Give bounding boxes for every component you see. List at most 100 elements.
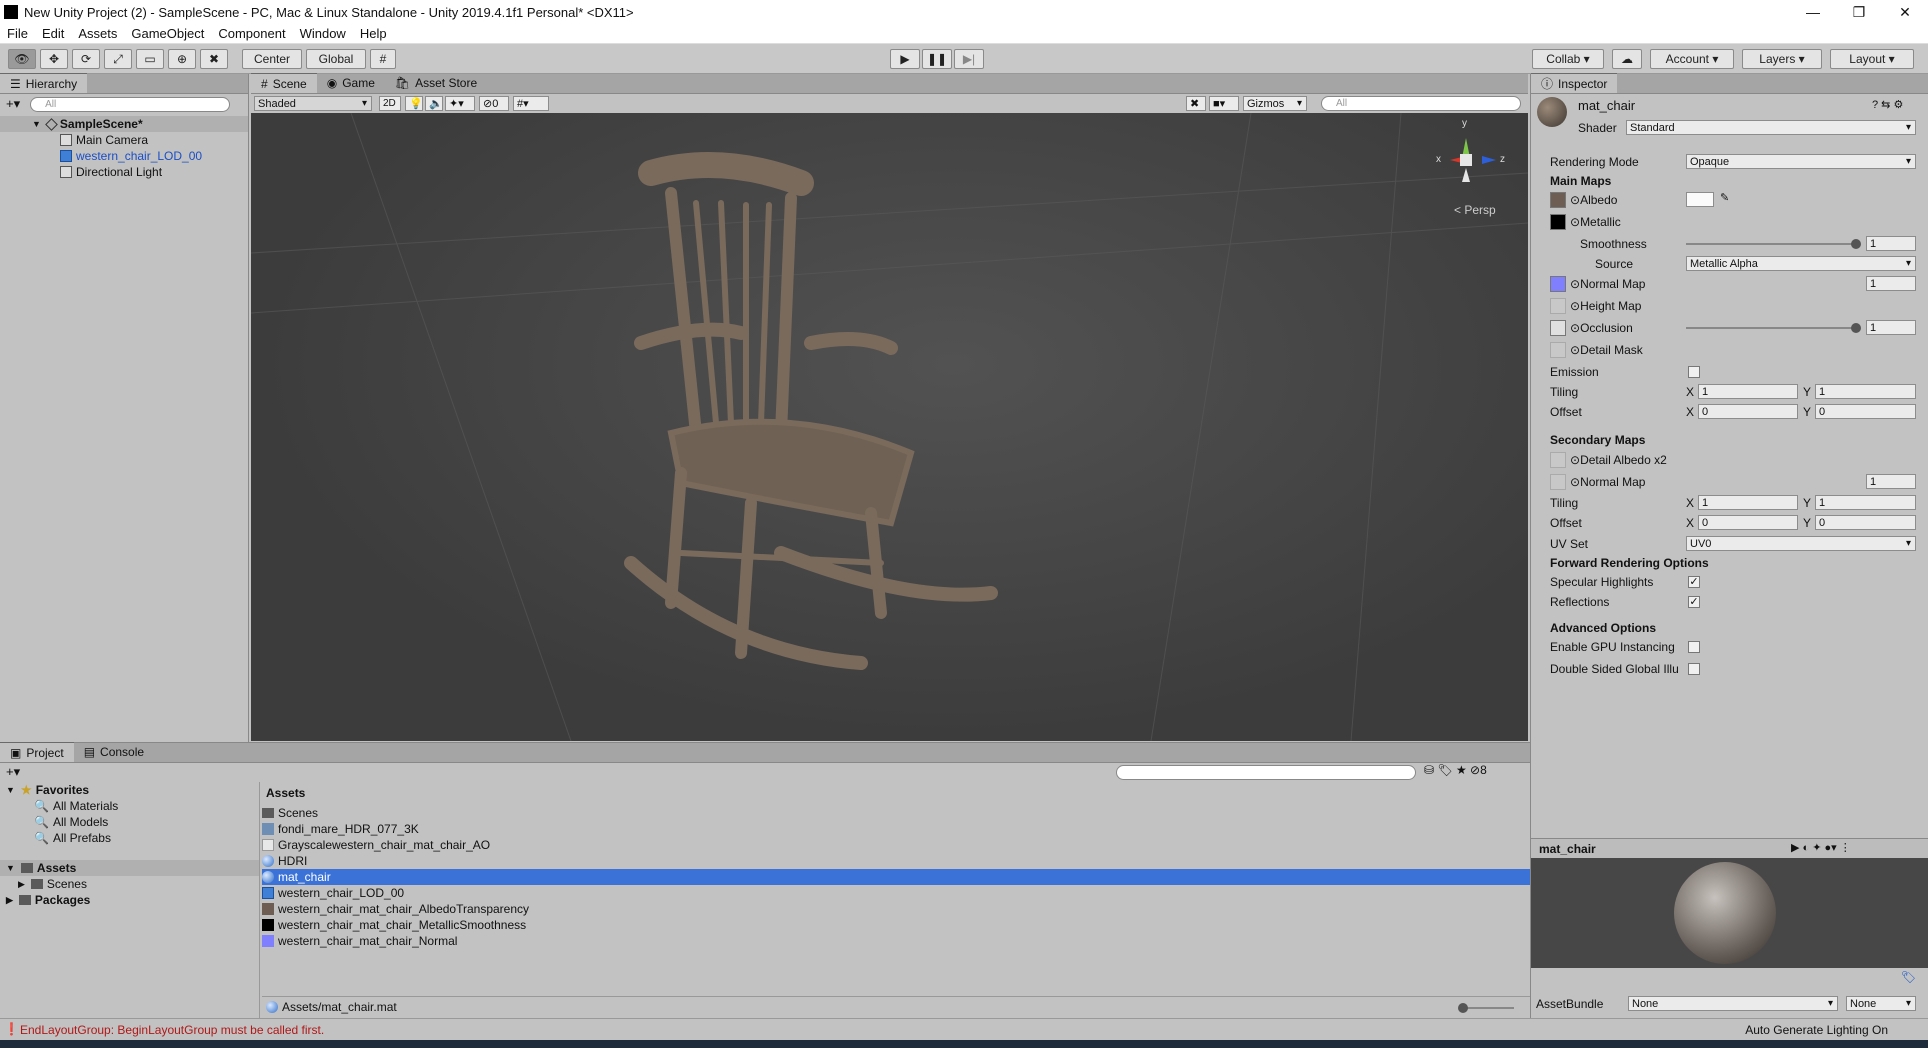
lighting-toggle-icon[interactable]: 💡 [405,96,423,111]
inspector-header-icons[interactable]: ? ⇆ ⚙ [1872,98,1903,111]
asset-item[interactable]: Grayscalewestern_chair_mat_chair_AO [262,837,490,853]
layout-dropdown[interactable]: Layout ▾ [1830,49,1914,69]
tab-asset-store[interactable]: 🛍 Asset Store [385,73,487,93]
asset-item[interactable]: western_chair_LOD_00 [262,885,404,901]
tab-scene[interactable]: # Scene [251,73,317,93]
occlusion-texture-slot[interactable] [1550,320,1566,336]
specular-highlights-checkbox[interactable]: ✓ [1688,576,1700,588]
collab-dropdown[interactable]: Collab ▾ [1532,49,1604,69]
hierarchy-search-input[interactable]: All [30,96,231,112]
albedo-color-field[interactable] [1686,192,1714,207]
tab-game[interactable]: ◉ Game [317,73,385,93]
menu-assets[interactable]: Assets [71,26,124,41]
tools-icon[interactable]: ✖ [1186,96,1206,111]
menu-help[interactable]: Help [353,26,394,41]
secondary-offset-x-field[interactable]: 0 [1698,515,1798,530]
maximize-button[interactable]: ❐ [1836,0,1882,24]
assetbundle-variant-dropdown[interactable]: None [1846,996,1916,1011]
expand-arrow-icon[interactable]: ▼ [32,119,41,129]
asset-item[interactable]: HDRI [262,853,307,869]
uv-set-dropdown[interactable]: UV0 [1686,536,1916,551]
packages-folder[interactable]: ▶ Packages [0,892,259,908]
project-breadcrumb[interactable]: Assets [266,786,305,800]
rendering-mode-dropdown[interactable]: Opaque [1686,154,1916,169]
shading-mode-dropdown[interactable]: Shaded [254,96,372,111]
preview-controls-icons[interactable]: ▶ ◐ ✦ ●▾ ⋮ [1791,841,1851,854]
secondary-tiling-x-field[interactable]: 1 [1698,495,1798,510]
secondary-normal-texture-slot[interactable] [1550,474,1566,490]
hidden-objects-counter[interactable]: ⊘ 0 [479,96,509,111]
smoothness-slider-knob[interactable] [1851,239,1861,249]
scene-search-input[interactable]: All [1321,96,1521,111]
mode-2d-toggle[interactable]: 2D [379,96,401,111]
detail-albedo-texture-slot[interactable] [1550,452,1566,468]
view-tool-icon[interactable]: 👁 [8,49,36,69]
occlusion-slider-knob[interactable] [1851,323,1861,333]
projection-label[interactable]: < Persp [1454,203,1496,217]
rotate-tool-icon[interactable]: ⟳ [72,49,100,69]
scene-orientation-gizmo[interactable]: y x z [1436,118,1526,198]
offset-x-field[interactable]: 0 [1698,404,1798,419]
icon-size-slider-knob[interactable] [1458,1003,1468,1013]
create-asset-icon[interactable]: +▾ [6,764,20,780]
tab-inspector[interactable]: ⓘ Inspector [1531,73,1618,93]
favorite-item[interactable]: 🔍 All Materials [0,798,259,814]
tab-project[interactable]: ▣ Project [0,742,74,762]
camera-dropdown-icon[interactable]: ■▾ [1209,96,1239,111]
pivot-center-button[interactable]: Center [242,49,302,69]
menu-component[interactable]: Component [211,26,292,41]
tiling-x-field[interactable]: 1 [1698,384,1798,399]
tab-console[interactable]: ▤ Console [74,742,154,762]
material-preview-area[interactable] [1531,858,1928,968]
pause-button[interactable]: ❚❚ [922,49,952,69]
cloud-icon[interactable]: ☁ [1612,49,1642,69]
rect-tool-icon[interactable]: ▭ [136,49,164,69]
detail-mask-texture-slot[interactable] [1550,342,1566,358]
menu-gameobject[interactable]: GameObject [124,26,211,41]
asset-item-selected[interactable]: mat_chair [262,869,331,885]
asset-item[interactable]: fondi_mare_HDR_077_3K [262,821,419,837]
assets-folder[interactable]: ▼ Assets [0,860,259,876]
double-sided-gi-checkbox[interactable] [1688,663,1700,675]
tiling-y-field[interactable]: 1 [1815,384,1916,399]
smoothness-value-field[interactable]: 1 [1866,236,1916,251]
status-error-message[interactable]: EndLayoutGroup: BeginLayoutGroup must be… [20,1023,324,1037]
height-map-texture-slot[interactable] [1550,298,1566,314]
favorites-folder[interactable]: ▼ ★ Favorites [0,782,259,798]
move-tool-icon[interactable]: ✥ [40,49,68,69]
layers-dropdown[interactable]: Layers ▾ [1742,49,1822,69]
favorite-item[interactable]: 🔍 All Models [0,814,259,830]
icon-size-slider-track[interactable] [1460,1007,1514,1009]
asset-item[interactable]: Scenes [262,805,318,821]
source-dropdown[interactable]: Metallic Alpha [1686,256,1916,271]
custom-tool-icon[interactable]: ✖ [200,49,228,69]
project-search-input[interactable] [1116,765,1416,780]
global-toggle-button[interactable]: Global [306,49,366,69]
minimize-button[interactable]: — [1790,0,1836,24]
menu-file[interactable]: File [0,26,35,41]
grid-snap-icon[interactable]: # [370,49,396,69]
menu-window[interactable]: Window [293,26,353,41]
transform-tool-icon[interactable]: ⊕ [168,49,196,69]
account-dropdown[interactable]: Account ▾ [1650,49,1734,69]
status-lighting-text[interactable]: Auto Generate Lighting On [1745,1023,1888,1037]
reflections-checkbox[interactable]: ✓ [1688,596,1700,608]
albedo-texture-slot[interactable] [1550,192,1566,208]
offset-y-field[interactable]: 0 [1815,404,1916,419]
metallic-texture-slot[interactable] [1550,214,1566,230]
audio-toggle-icon[interactable]: 🔈 [425,96,443,111]
assetbundle-dropdown[interactable]: None [1628,996,1838,1011]
step-button[interactable]: ▶| [954,49,984,69]
hierarchy-item[interactable]: Directional Light [0,164,248,180]
normal-map-texture-slot[interactable] [1550,276,1566,292]
menu-edit[interactable]: Edit [35,26,71,41]
asset-label-icon[interactable]: 🏷 [1901,970,1916,984]
hierarchy-item[interactable]: Main Camera [0,132,248,148]
grid-dropdown-icon[interactable]: #▾ [513,96,549,111]
asset-item[interactable]: western_chair_mat_chair_MetallicSmoothne… [262,917,526,933]
occlusion-value-field[interactable]: 1 [1866,320,1916,335]
scenes-folder[interactable]: ▶ Scenes [0,876,259,892]
project-filter-icons[interactable]: ⛁ 🏷 ★ ⊘8 [1424,763,1487,777]
secondary-offset-y-field[interactable]: 0 [1815,515,1916,530]
add-object-icon[interactable]: +▾ [6,96,20,112]
